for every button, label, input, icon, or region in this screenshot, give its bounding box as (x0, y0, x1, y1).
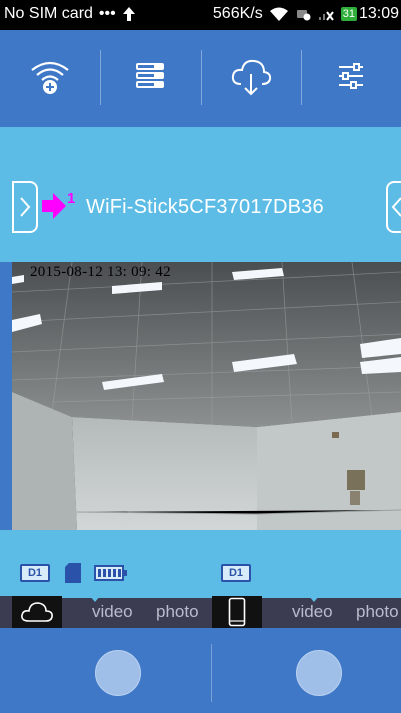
upload-arrow-icon (122, 7, 135, 21)
settings-button[interactable] (300, 30, 401, 122)
cloud-resolution-badge: D1 (20, 564, 50, 582)
tab-phone[interactable] (212, 596, 262, 628)
list-menu-icon (136, 63, 165, 88)
cloud-record-button[interactable] (95, 650, 141, 696)
chevron-right-icon (20, 197, 31, 217)
status-bar-right: 566K/s 31 13:09 (213, 5, 399, 23)
settings-sliders-icon (338, 63, 363, 89)
bottom-divider (211, 644, 212, 702)
cloud-download-icon (231, 59, 271, 96)
camera-live-view[interactable]: 2015-08-12 13: 09: 42 (12, 262, 401, 530)
signal-off-icon (318, 11, 334, 21)
carrier-label: No SIM card (4, 5, 93, 22)
device-name[interactable]: WiFi-Stick5CF37017DB36 (86, 196, 324, 219)
tab-phone-video[interactable]: video (292, 602, 333, 622)
wifi-signal-icon (269, 7, 288, 21)
storage-status-row: D1 D1 (0, 530, 401, 596)
camera-timestamp: 2015-08-12 13: 09: 42 (30, 264, 171, 280)
magenta-arrow-icon (42, 193, 66, 219)
sync-icon (296, 10, 311, 21)
tab-cloud-photo[interactable]: photo (156, 602, 199, 622)
cloud-download-button[interactable] (200, 30, 301, 122)
device-index: 1 (67, 190, 76, 207)
wifi-add-icon (31, 61, 69, 94)
battery-badge: 31 (340, 7, 357, 21)
status-bar-left: No SIM card ••• (4, 5, 136, 23)
phone-icon (228, 597, 246, 627)
phone-tab-indicator (262, 596, 401, 598)
device-list-button[interactable] (100, 30, 200, 122)
app-screen: No SIM card ••• 566K/s 31 13:09 1 WiFi-S… (0, 0, 401, 713)
tab-cloud-video[interactable]: video (92, 602, 133, 622)
device-selector: 1 WiFi-Stick5CF37017DB36 (0, 127, 401, 262)
previous-device-button[interactable] (12, 181, 38, 233)
camera-frame-image (12, 262, 401, 530)
local-record-button[interactable] (296, 650, 342, 696)
main-toolbar (0, 30, 401, 122)
next-device-button[interactable] (386, 181, 401, 233)
clock: 13:09 (358, 5, 399, 22)
tab-cloud[interactable] (12, 596, 62, 628)
cloud-tab-indicator (62, 596, 212, 598)
media-tab-strip: video photo video photo (0, 596, 401, 628)
more-dots-icon: ••• (98, 5, 116, 22)
network-speed: 566K/s (212, 5, 263, 22)
tab-phone-photo[interactable]: photo (356, 602, 401, 622)
chevron-left-icon (391, 197, 401, 217)
sd-card-icon (65, 563, 81, 583)
cloud-icon (21, 602, 53, 622)
battery-full-icon (94, 565, 127, 581)
status-bar: No SIM card ••• 566K/s 31 13:09 (0, 0, 401, 30)
bottom-action-bar (0, 628, 401, 713)
wifi-add-button[interactable] (0, 30, 100, 122)
local-resolution-badge: D1 (221, 564, 251, 582)
